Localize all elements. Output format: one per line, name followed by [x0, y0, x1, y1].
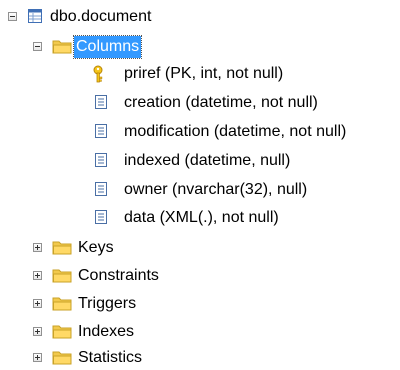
- tree-node-column-modification[interactable]: modification (datetime, not null): [0, 121, 400, 143]
- tree-node-statistics-folder[interactable]: Statistics: [0, 347, 400, 369]
- tree-node-label[interactable]: Triggers: [76, 293, 138, 315]
- tree-node-label[interactable]: data (XML(.), not null): [122, 207, 281, 229]
- expand-toggle[interactable]: [33, 299, 42, 308]
- tree-node-label[interactable]: Keys: [76, 237, 116, 259]
- column-icon: [94, 123, 108, 144]
- tree-node-constraints-folder[interactable]: Constraints: [0, 265, 400, 287]
- column-icon: [94, 152, 108, 173]
- tree-node-label[interactable]: dbo.document: [48, 6, 153, 28]
- tree-node-column-indexed[interactable]: indexed (datetime, null): [0, 150, 400, 172]
- tree-node-label[interactable]: creation (datetime, not null): [122, 92, 320, 114]
- tree-node-column-owner[interactable]: owner (nvarchar(32), null): [0, 179, 400, 201]
- tree-node-keys-folder[interactable]: Keys: [0, 237, 400, 259]
- column-icon: [94, 209, 108, 230]
- tree-node-column-creation[interactable]: creation (datetime, not null): [0, 92, 400, 114]
- expand-toggle[interactable]: [33, 271, 42, 280]
- table-icon: [27, 8, 43, 29]
- column-icon: [94, 181, 108, 202]
- expand-toggle[interactable]: [33, 353, 42, 362]
- object-explorer-tree: dbo.document Columns priref (PK, int, no…: [0, 0, 400, 370]
- tree-node-label[interactable]: modification (datetime, not null): [122, 121, 348, 143]
- column-icon: [94, 94, 108, 115]
- tree-node-triggers-folder[interactable]: Triggers: [0, 293, 400, 315]
- folder-icon: [52, 267, 72, 288]
- tree-node-columns-folder[interactable]: Columns: [0, 35, 400, 59]
- folder-icon: [52, 349, 72, 370]
- key-icon: [92, 65, 106, 88]
- tree-node-label[interactable]: owner (nvarchar(32), null): [122, 179, 309, 201]
- tree-node-label[interactable]: Columns: [72, 35, 143, 59]
- tree-node-label[interactable]: Statistics: [76, 347, 144, 369]
- expand-toggle[interactable]: [33, 243, 42, 252]
- tree-node-label[interactable]: indexed (datetime, null): [122, 150, 292, 172]
- folder-icon: [52, 239, 72, 260]
- tree-node-label[interactable]: priref (PK, int, not null): [122, 63, 285, 85]
- expand-toggle[interactable]: [33, 327, 42, 336]
- tree-node-dbo-document[interactable]: dbo.document: [0, 6, 400, 28]
- collapse-toggle[interactable]: [33, 42, 42, 51]
- folder-icon: [52, 38, 72, 59]
- tree-node-column-data[interactable]: data (XML(.), not null): [0, 207, 400, 229]
- tree-node-label[interactable]: Constraints: [76, 265, 161, 287]
- folder-icon: [52, 295, 72, 316]
- tree-node-indexes-folder[interactable]: Indexes: [0, 321, 400, 343]
- tree-node-column-priref[interactable]: priref (PK, int, not null): [0, 63, 400, 85]
- folder-icon: [52, 323, 72, 344]
- tree-node-label[interactable]: Indexes: [76, 321, 136, 343]
- collapse-toggle[interactable]: [8, 12, 17, 21]
